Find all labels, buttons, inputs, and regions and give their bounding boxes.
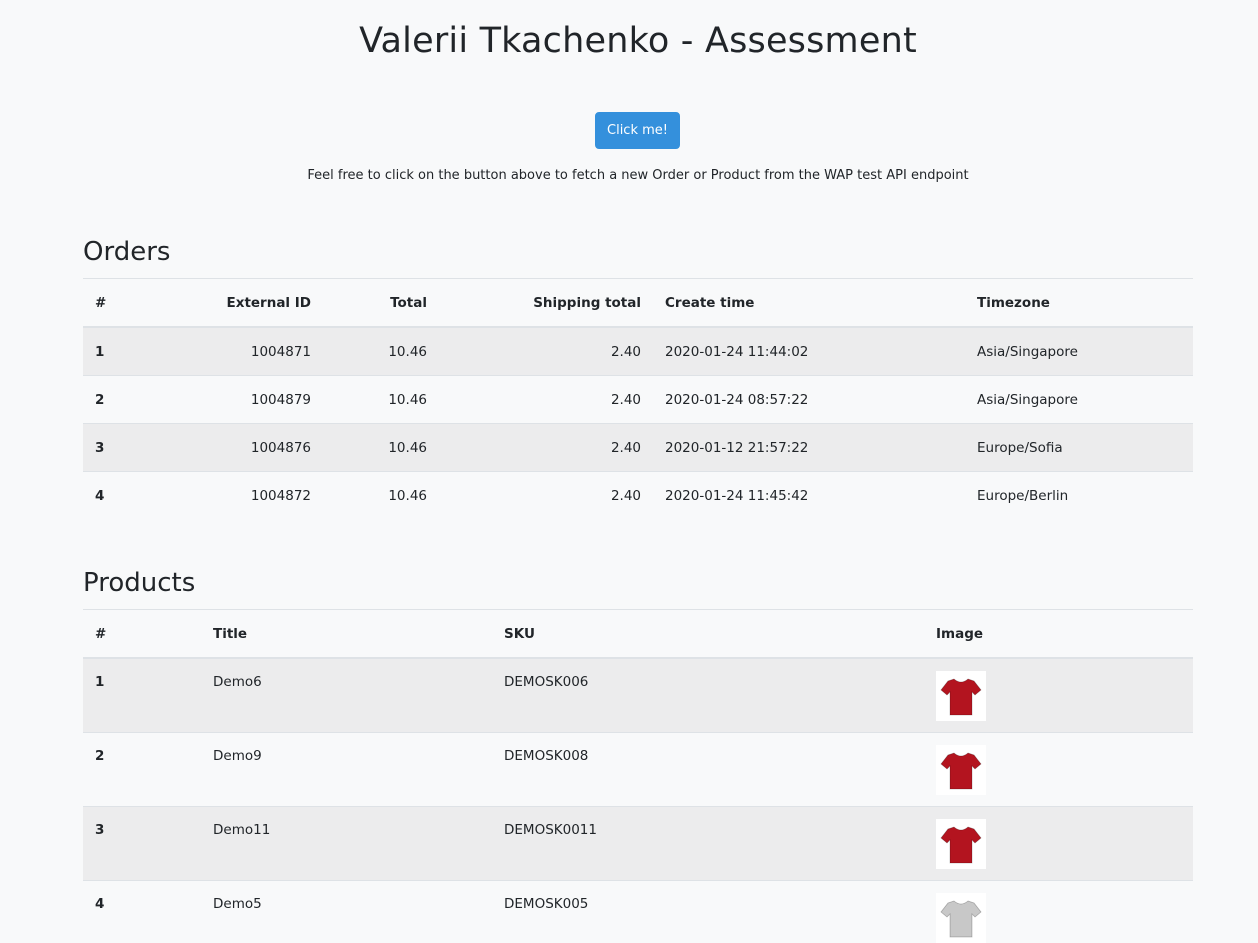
orders-col-shipping-total: Shipping total xyxy=(439,278,653,328)
order-index: 4 xyxy=(83,471,155,519)
order-create-time: 2020-01-12 21:57:22 xyxy=(653,423,965,472)
table-row: 4 Demo5 DEMOSK005 xyxy=(83,879,1193,943)
product-index: 4 xyxy=(83,879,201,943)
order-timezone: Asia/Singapore xyxy=(965,326,1193,376)
click-me-button[interactable]: Click me! xyxy=(595,112,680,149)
product-title: Demo5 xyxy=(201,879,492,943)
table-row: 1 1004871 10.46 2.40 2020-01-24 11:44:02… xyxy=(83,326,1193,376)
table-row: 4 1004872 10.46 2.40 2020-01-24 11:45:42… xyxy=(83,471,1193,519)
order-shipping-total: 2.40 xyxy=(439,326,653,376)
product-index: 3 xyxy=(83,805,201,880)
tshirt-icon xyxy=(936,818,986,869)
product-title: Demo11 xyxy=(201,805,492,880)
order-total: 10.46 xyxy=(323,326,439,376)
orders-col-index: # xyxy=(83,278,155,328)
product-title: Demo6 xyxy=(201,657,492,732)
tshirt-icon xyxy=(936,744,986,795)
products-heading: Products xyxy=(83,568,196,598)
product-image-cell xyxy=(924,805,1193,880)
products-col-image: Image xyxy=(924,609,1193,659)
products-header-row: # Title SKU Image xyxy=(83,609,1193,659)
order-external-id: 1004871 xyxy=(155,326,323,376)
product-index: 2 xyxy=(83,731,201,806)
table-row: 3 Demo11 DEMOSK0011 xyxy=(83,805,1193,880)
product-image-cell xyxy=(924,879,1193,943)
order-index: 1 xyxy=(83,326,155,376)
orders-col-timezone: Timezone xyxy=(965,278,1193,328)
orders-col-create-time: Create time xyxy=(653,278,965,328)
order-create-time: 2020-01-24 11:45:42 xyxy=(653,471,965,519)
orders-col-total: Total xyxy=(323,278,439,328)
products-table: # Title SKU Image 1 Demo6 DEMOSK006 2 De… xyxy=(83,609,1193,943)
order-total: 10.46 xyxy=(323,423,439,472)
order-shipping-total: 2.40 xyxy=(439,375,653,424)
product-sku: DEMOSK008 xyxy=(492,731,924,806)
product-image-cell xyxy=(924,731,1193,806)
products-col-index: # xyxy=(83,609,201,659)
products-col-sku: SKU xyxy=(492,609,924,659)
product-sku: DEMOSK006 xyxy=(492,657,924,732)
page-title: Valerii Tkachenko - Assessment xyxy=(359,21,917,61)
order-index: 3 xyxy=(83,423,155,472)
product-sku: DEMOSK0011 xyxy=(492,805,924,880)
product-title: Demo9 xyxy=(201,731,492,806)
product-sku: DEMOSK005 xyxy=(492,879,924,943)
product-index: 1 xyxy=(83,657,201,732)
order-external-id: 1004872 xyxy=(155,471,323,519)
orders-heading: Orders xyxy=(83,237,171,267)
order-shipping-total: 2.40 xyxy=(439,471,653,519)
orders-header-row: # External ID Total Shipping total Creat… xyxy=(83,278,1193,328)
orders-col-external-id: External ID xyxy=(155,278,323,328)
hint-text: Feel free to click on the button above t… xyxy=(307,168,969,183)
order-external-id: 1004876 xyxy=(155,423,323,472)
order-external-id: 1004879 xyxy=(155,375,323,424)
product-image-cell xyxy=(924,657,1193,732)
order-total: 10.46 xyxy=(323,471,439,519)
table-row: 2 Demo9 DEMOSK008 xyxy=(83,731,1193,806)
order-create-time: 2020-01-24 11:44:02 xyxy=(653,326,965,376)
page: Valerii Tkachenko - Assessment Click me!… xyxy=(0,0,1258,943)
table-row: 1 Demo6 DEMOSK006 xyxy=(83,657,1193,732)
table-row: 3 1004876 10.46 2.40 2020-01-12 21:57:22… xyxy=(83,423,1193,472)
products-col-title: Title xyxy=(201,609,492,659)
orders-table: # External ID Total Shipping total Creat… xyxy=(83,278,1193,519)
order-create-time: 2020-01-24 08:57:22 xyxy=(653,375,965,424)
order-shipping-total: 2.40 xyxy=(439,423,653,472)
order-index: 2 xyxy=(83,375,155,424)
order-timezone: Europe/Sofia xyxy=(965,423,1193,472)
table-row: 2 1004879 10.46 2.40 2020-01-24 08:57:22… xyxy=(83,375,1193,424)
order-timezone: Asia/Singapore xyxy=(965,375,1193,424)
order-total: 10.46 xyxy=(323,375,439,424)
tshirt-icon xyxy=(936,671,986,721)
order-timezone: Europe/Berlin xyxy=(965,471,1193,519)
tshirt-icon xyxy=(936,892,986,943)
